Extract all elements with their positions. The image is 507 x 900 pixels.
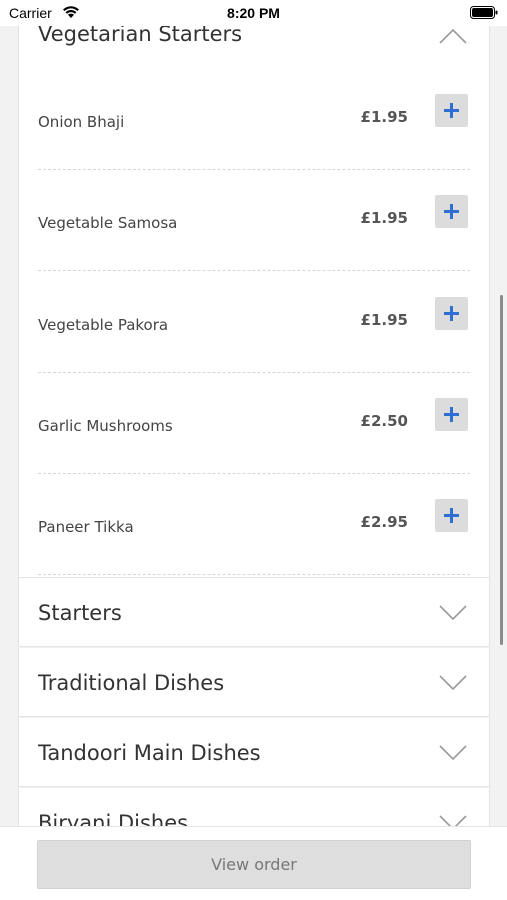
item-price: £2.95: [360, 513, 408, 531]
item-name: Onion Bhaji: [38, 113, 125, 131]
section-title: Biryani Dishes: [38, 810, 189, 827]
section-starters[interactable]: Starters: [18, 578, 490, 647]
add-item-button[interactable]: [435, 398, 468, 431]
menu-scroll-view[interactable]: Vegetarian Starters Onion Bhaji £1.95 Ve…: [0, 0, 507, 826]
section-header: Biryani Dishes: [19, 788, 489, 826]
section-title: Starters: [38, 600, 122, 625]
item-price: £1.95: [360, 108, 408, 126]
item-price: £2.50: [360, 412, 408, 430]
section-biryani-dishes[interactable]: Biryani Dishes: [18, 788, 490, 826]
menu-item: Onion Bhaji £1.95: [19, 69, 489, 170]
status-bar: Carrier 8:20 PM: [0, 0, 507, 26]
chevron-down-icon: [439, 744, 467, 760]
menu-item: Paneer Tikka £2.95: [19, 474, 489, 575]
item-name: Garlic Mushrooms: [38, 417, 173, 435]
item-price: £1.95: [360, 311, 408, 329]
item-divider: [38, 270, 470, 271]
footer-bar: View order: [0, 826, 507, 900]
status-time: 8:20 PM: [227, 5, 280, 21]
section-traditional-dishes[interactable]: Traditional Dishes: [18, 648, 490, 717]
section-vegetarian-starters: Vegetarian Starters Onion Bhaji £1.95 Ve…: [18, 0, 490, 578]
menu-item: Vegetable Pakora £1.95: [19, 272, 489, 373]
add-item-button[interactable]: [435, 297, 468, 330]
item-name: Paneer Tikka: [38, 518, 134, 536]
chevron-down-icon: [439, 604, 467, 620]
chevron-down-icon: [439, 814, 467, 826]
section-header: Traditional Dishes: [19, 648, 489, 717]
item-price: £1.95: [360, 209, 408, 227]
add-item-button[interactable]: [435, 94, 468, 127]
section-header: Tandoori Main Dishes: [19, 718, 489, 787]
battery-icon: [470, 6, 498, 19]
item-name: Vegetable Samosa: [38, 214, 178, 232]
view-order-button[interactable]: View order: [37, 840, 471, 889]
section-title: Traditional Dishes: [38, 670, 225, 695]
chevron-up-icon: [439, 28, 467, 44]
section-header: Starters: [19, 578, 489, 647]
item-name: Vegetable Pakora: [38, 316, 169, 334]
scrollbar-thumb[interactable]: [500, 295, 503, 645]
add-item-button[interactable]: [435, 499, 468, 532]
menu-item: Garlic Mushrooms £2.50: [19, 373, 489, 474]
item-divider: [38, 574, 470, 575]
section-tandoori-main-dishes[interactable]: Tandoori Main Dishes: [18, 718, 490, 787]
chevron-down-icon: [439, 674, 467, 690]
add-item-button[interactable]: [435, 195, 468, 228]
menu-item: Vegetable Samosa £1.95: [19, 170, 489, 271]
section-title: Tandoori Main Dishes: [38, 740, 261, 765]
